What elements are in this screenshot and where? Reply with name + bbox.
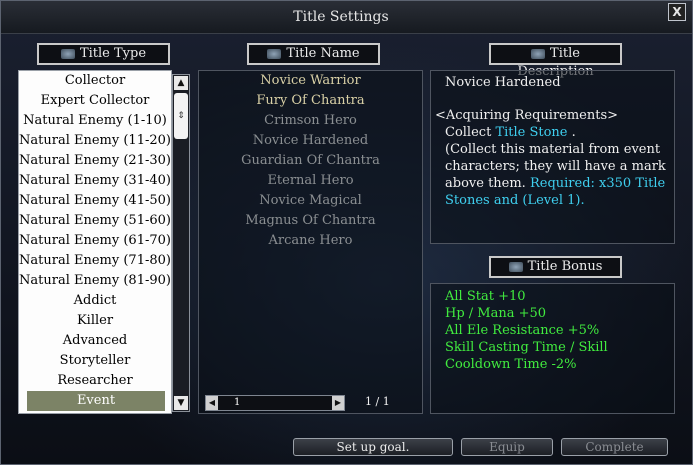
- header-gem-icon: [531, 48, 546, 59]
- header-gem-icon: [267, 48, 282, 59]
- title-name-item[interactable]: Fury Of Chantra: [199, 91, 422, 111]
- title-name-header: Title Name: [247, 43, 380, 65]
- title-type-scrollbar[interactable]: ▲ ⇕ ▼: [172, 74, 190, 412]
- title-type-item[interactable]: Natural Enemy (61-70): [19, 231, 171, 251]
- close-button[interactable]: X: [668, 3, 686, 21]
- header-gem-icon: [60, 48, 75, 59]
- title-type-item[interactable]: Storyteller: [19, 351, 171, 371]
- title-description-header: Title Description: [489, 43, 622, 79]
- title-name-item[interactable]: Novice Hardened: [199, 131, 422, 151]
- scroll-up-icon[interactable]: ▲: [174, 76, 188, 90]
- title-type-item[interactable]: Researcher: [19, 371, 171, 391]
- title-name-item[interactable]: Guardian Of Chantra: [199, 151, 422, 171]
- window-title: Title Settings: [293, 9, 389, 25]
- title-type-item[interactable]: Addict: [19, 291, 171, 311]
- title-bar[interactable]: Title Settings X: [1, 1, 692, 34]
- title-type-item[interactable]: Natural Enemy (41-50): [19, 191, 171, 211]
- description-body: <Acquiring Requirements> Collect Title S…: [435, 107, 669, 209]
- title-type-item[interactable]: Natural Enemy (11-20): [19, 131, 171, 151]
- complete-button[interactable]: Complete: [561, 438, 668, 456]
- title-type-item[interactable]: Natural Enemy (71-80): [19, 251, 171, 271]
- scroll-down-icon[interactable]: ▼: [174, 396, 188, 410]
- title-type-item[interactable]: Expert Collector: [19, 91, 171, 111]
- title-name-header-label: Title Name: [286, 46, 360, 61]
- collect-prefix: Collect: [445, 125, 492, 140]
- page-count: 1 / 1: [365, 395, 390, 408]
- requirements-header: <Acquiring Requirements>: [435, 108, 619, 123]
- title-name-item[interactable]: Eternal Hero: [199, 171, 422, 191]
- description-title: Novice Hardened: [445, 75, 561, 90]
- title-bonus-header: Title Bonus: [489, 256, 622, 278]
- title-type-item[interactable]: Natural Enemy (31-40): [19, 171, 171, 191]
- title-type-item[interactable]: Advanced: [19, 331, 171, 351]
- header-gem-icon: [508, 261, 523, 272]
- collect-item: Title Stone: [495, 125, 568, 140]
- title-type-item[interactable]: Collector: [19, 71, 171, 91]
- title-type-item[interactable]: Killer: [19, 311, 171, 331]
- collect-line: Collect Title Stone .: [435, 124, 669, 141]
- title-type-item[interactable]: Natural Enemy (81-90): [19, 271, 171, 291]
- title-bonus-header-label: Title Bonus: [527, 259, 603, 274]
- title-name-item[interactable]: Novice Warrior: [199, 71, 422, 91]
- title-description-panel: Novice Hardened <Acquiring Requirements>…: [430, 70, 675, 244]
- page-next-icon[interactable]: ▶: [332, 396, 344, 410]
- title-bonus-panel: All Stat +10 Hp / Mana +50 All Ele Resis…: [430, 283, 675, 414]
- title-type-item[interactable]: Natural Enemy (1-10): [19, 111, 171, 131]
- bonus-line: Hp / Mana +50: [445, 306, 547, 321]
- bonus-line: Cooldown Time -2%: [445, 357, 577, 372]
- title-type-header-label: Title Type: [79, 46, 147, 61]
- page-selector[interactable]: ◀ 1 ▶: [205, 395, 345, 411]
- title-type-item[interactable]: Natural Enemy (21-30): [19, 151, 171, 171]
- title-type-header: Title Type: [37, 43, 170, 65]
- title-name-item[interactable]: Arcane Hero: [199, 231, 422, 251]
- title-name-item[interactable]: Novice Magical: [199, 191, 422, 211]
- bonus-line: Skill Casting Time / Skill: [445, 340, 608, 355]
- bonus-line: All Ele Resistance +5%: [445, 323, 600, 338]
- collect-suffix: .: [571, 125, 576, 140]
- scroll-thumb[interactable]: ⇕: [174, 93, 188, 139]
- title-name-list[interactable]: Novice Warrior Fury Of Chantra Crimson Her…: [198, 70, 423, 414]
- page-value: 1: [234, 397, 241, 408]
- title-type-item[interactable]: Natural Enemy (51-60): [19, 211, 171, 231]
- title-type-item[interactable]: Event: [27, 391, 165, 411]
- title-type-list[interactable]: Collector Expert Collector Natural Enemy (…: [18, 70, 172, 414]
- bonus-line: All Stat +10: [445, 289, 526, 304]
- requirements-note: (Collect this material from event charac…: [435, 141, 669, 209]
- set-up-goal-button[interactable]: Set up goal.: [293, 438, 453, 456]
- title-name-item[interactable]: Crimson Hero: [199, 111, 422, 131]
- page-prev-icon[interactable]: ◀: [206, 396, 218, 410]
- title-settings-window: Title Settings X Title Type Title Name T…: [0, 0, 693, 465]
- equip-button[interactable]: Equip: [461, 438, 553, 456]
- title-name-item[interactable]: Magnus Of Chantra: [199, 211, 422, 231]
